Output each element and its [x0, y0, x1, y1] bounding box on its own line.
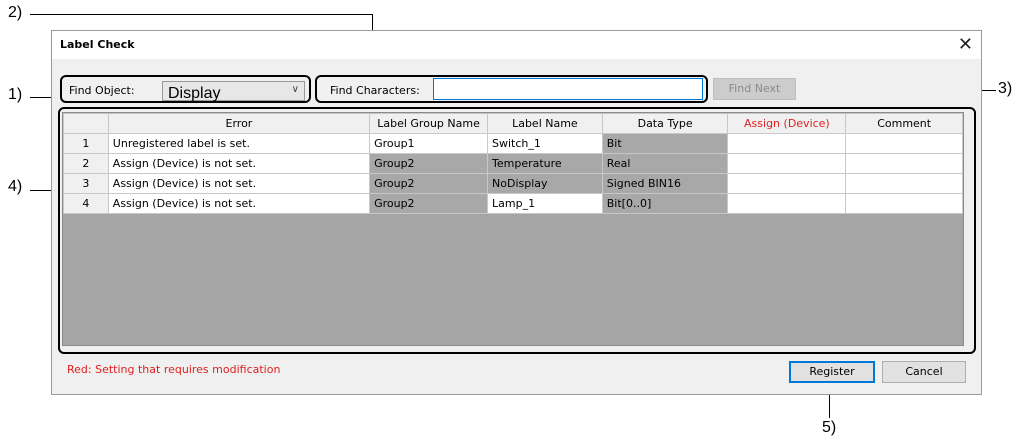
callout-2: 2) [8, 4, 23, 21]
find-object-label: Find Object: [69, 84, 135, 97]
row-number: 3 [63, 173, 109, 194]
cell-data-type: Bit[0..0] [601, 193, 729, 214]
callout-4: 4) [8, 178, 23, 195]
cell-label-group-name[interactable]: Group1 [369, 133, 489, 154]
modification-note: Red: Setting that requires modification [67, 363, 281, 376]
cell-error: Unregistered label is set. [107, 133, 371, 154]
cell-assign-device[interactable] [727, 193, 847, 214]
title-bar: Label Check ✕ [52, 31, 981, 59]
table-header-row: Error Label Group Name Label Name Data T… [63, 113, 963, 134]
cell-label-name: NoDisplay [487, 173, 603, 194]
cell-error: Assign (Device) is not set. [107, 153, 371, 174]
cell-comment[interactable] [845, 173, 963, 194]
cancel-button[interactable]: Cancel [882, 361, 966, 383]
find-characters-input[interactable] [433, 78, 703, 100]
table-row[interactable]: 2 Assign (Device) is not set. Group2 Tem… [63, 153, 963, 174]
cell-comment[interactable] [845, 153, 963, 174]
find-characters-label: Find Characters: [330, 84, 420, 97]
cell-data-type: Signed BIN16 [601, 173, 729, 194]
find-next-button[interactable]: Find Next [713, 78, 796, 100]
column-header-label-group-name[interactable]: Label Group Name [369, 113, 489, 134]
callout-3: 3) [998, 80, 1013, 97]
cell-label-name[interactable]: Switch_1 [487, 133, 603, 154]
cell-comment[interactable] [845, 133, 963, 154]
column-header-comment[interactable]: Comment [845, 113, 963, 134]
row-number: 2 [63, 153, 109, 174]
table-row[interactable]: 3 Assign (Device) is not set. Group2 NoD… [63, 173, 963, 194]
column-header-assign-device[interactable]: Assign (Device) [727, 113, 847, 134]
cell-label-group-name: Group2 [369, 173, 489, 194]
find-object-value: Display [168, 85, 221, 102]
callout-5: 5) [822, 419, 837, 436]
close-icon[interactable]: ✕ [958, 33, 973, 55]
cell-assign-device[interactable] [727, 173, 847, 194]
column-header-data-type[interactable]: Data Type [601, 113, 729, 134]
callout-1: 1) [8, 86, 23, 103]
cell-data-type: Bit [601, 133, 729, 154]
column-header-error[interactable]: Error [107, 113, 371, 134]
results-grid: Error Label Group Name Label Name Data T… [62, 112, 964, 346]
table-row[interactable]: 4 Assign (Device) is not set. Group2 Lam… [63, 193, 963, 214]
table-row[interactable]: 1 Unregistered label is set. Group1 Swit… [63, 133, 963, 154]
register-button[interactable]: Register [789, 361, 875, 383]
find-object-select[interactable]: Display ∨ [162, 81, 305, 102]
column-header-number [63, 113, 109, 134]
cell-label-group-name: Group2 [369, 193, 489, 214]
cell-label-name[interactable]: Lamp_1 [487, 193, 603, 214]
cell-data-type: Real [601, 153, 729, 174]
cell-comment[interactable] [845, 193, 963, 214]
cell-assign-device[interactable] [727, 153, 847, 174]
cell-label-group-name: Group2 [369, 153, 489, 174]
cell-error: Assign (Device) is not set. [107, 193, 371, 214]
row-number: 4 [63, 193, 109, 214]
dialog-title: Label Check [60, 38, 135, 51]
results-table: Error Label Group Name Label Name Data T… [63, 113, 963, 214]
cell-assign-device[interactable] [727, 133, 847, 154]
row-number: 1 [63, 133, 109, 154]
cell-label-name: Temperature [487, 153, 603, 174]
column-header-label-name[interactable]: Label Name [487, 113, 603, 134]
cell-error: Assign (Device) is not set. [107, 173, 371, 194]
callout-2-line [30, 14, 372, 15]
chevron-down-icon: ∨ [291, 84, 299, 95]
